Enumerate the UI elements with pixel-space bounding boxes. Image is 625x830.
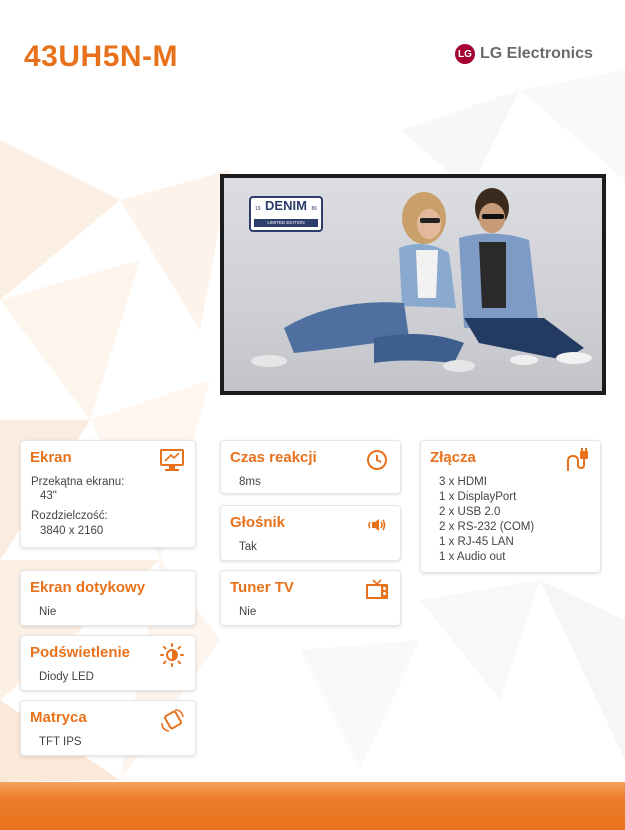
panel-value: TFT IPS — [39, 736, 82, 748]
resolution-label: Rozdzielczość: — [31, 510, 108, 522]
tuner-value: Nie — [239, 606, 257, 618]
response-time-value: 8ms — [239, 476, 261, 488]
speaker-icon — [368, 519, 386, 531]
speaker-value: Tak — [239, 541, 257, 553]
backlight-value: Diody LED — [39, 671, 94, 683]
card-title: Ekran dotykowy — [30, 579, 146, 596]
badge-subtitle: LIMITED EDITION — [254, 219, 318, 227]
card-matryca: Matryca TFT IPS — [20, 700, 196, 756]
card-title: Głośnik — [230, 514, 286, 531]
touchscreen-value: Nie — [39, 606, 57, 618]
card-title: Czas reakcji — [230, 449, 317, 466]
monitor-icon — [160, 449, 184, 471]
card-title: Tuner TV — [230, 579, 294, 596]
card-title: Matryca — [30, 709, 87, 726]
resolution-value: 3840 x 2160 — [40, 525, 104, 537]
connector-item: 1 x Audio out — [439, 551, 506, 563]
tv-screen-photo: DENIM 19 86 LIMITED EDITION — [224, 178, 602, 391]
card-title: Ekran — [30, 449, 72, 466]
card-glosnik: Głośnik Tak — [220, 505, 401, 561]
card-zlacza: Złącza 3 x HDMI 1 x DisplayPort 2 x USB … — [420, 440, 601, 573]
panel-rotate-icon — [161, 709, 184, 732]
product-image: DENIM 19 86 LIMITED EDITION — [220, 174, 606, 395]
card-title: Złącza — [430, 449, 476, 466]
tv-icon — [366, 579, 388, 599]
diagonal-value: 43" — [40, 490, 57, 502]
card-ekran-dotykowy: Ekran dotykowy Nie — [20, 570, 196, 626]
plug-icon — [567, 448, 588, 471]
brand-name: LG Electronics — [480, 45, 593, 62]
card-czas-reakcji: Czas reakcji 8ms — [220, 440, 401, 494]
connector-item: 2 x RS-232 (COM) — [439, 521, 535, 533]
card-podswietlenie: Podświetlenie Diody LED — [20, 635, 196, 691]
card-title: Podświetlenie — [30, 644, 131, 661]
brand-logo: LG LG Electronics — [455, 44, 593, 64]
model-title: 43UH5N-M — [24, 40, 179, 73]
diagonal-label: Przekątna ekranu: — [31, 476, 125, 488]
footer-bar — [0, 782, 625, 830]
connector-item: 2 x USB 2.0 — [439, 506, 501, 518]
sun-icon — [160, 643, 184, 667]
connector-item: 3 x HDMI — [439, 476, 487, 488]
connector-item: 1 x DisplayPort — [439, 491, 517, 503]
connector-item: 1 x RJ-45 LAN — [439, 536, 514, 548]
denim-badge: DENIM 19 86 LIMITED EDITION — [249, 196, 323, 232]
lg-logo-icon: LG — [455, 44, 475, 64]
card-tuner-tv: Tuner TV Nie — [220, 570, 401, 626]
badge-year-right: 86 — [311, 206, 317, 212]
clock-icon — [367, 450, 387, 470]
badge-year-left: 19 — [255, 206, 261, 212]
card-ekran: Ekran Przekątna ekranu: 43" Rozdzielczoś… — [20, 440, 196, 548]
